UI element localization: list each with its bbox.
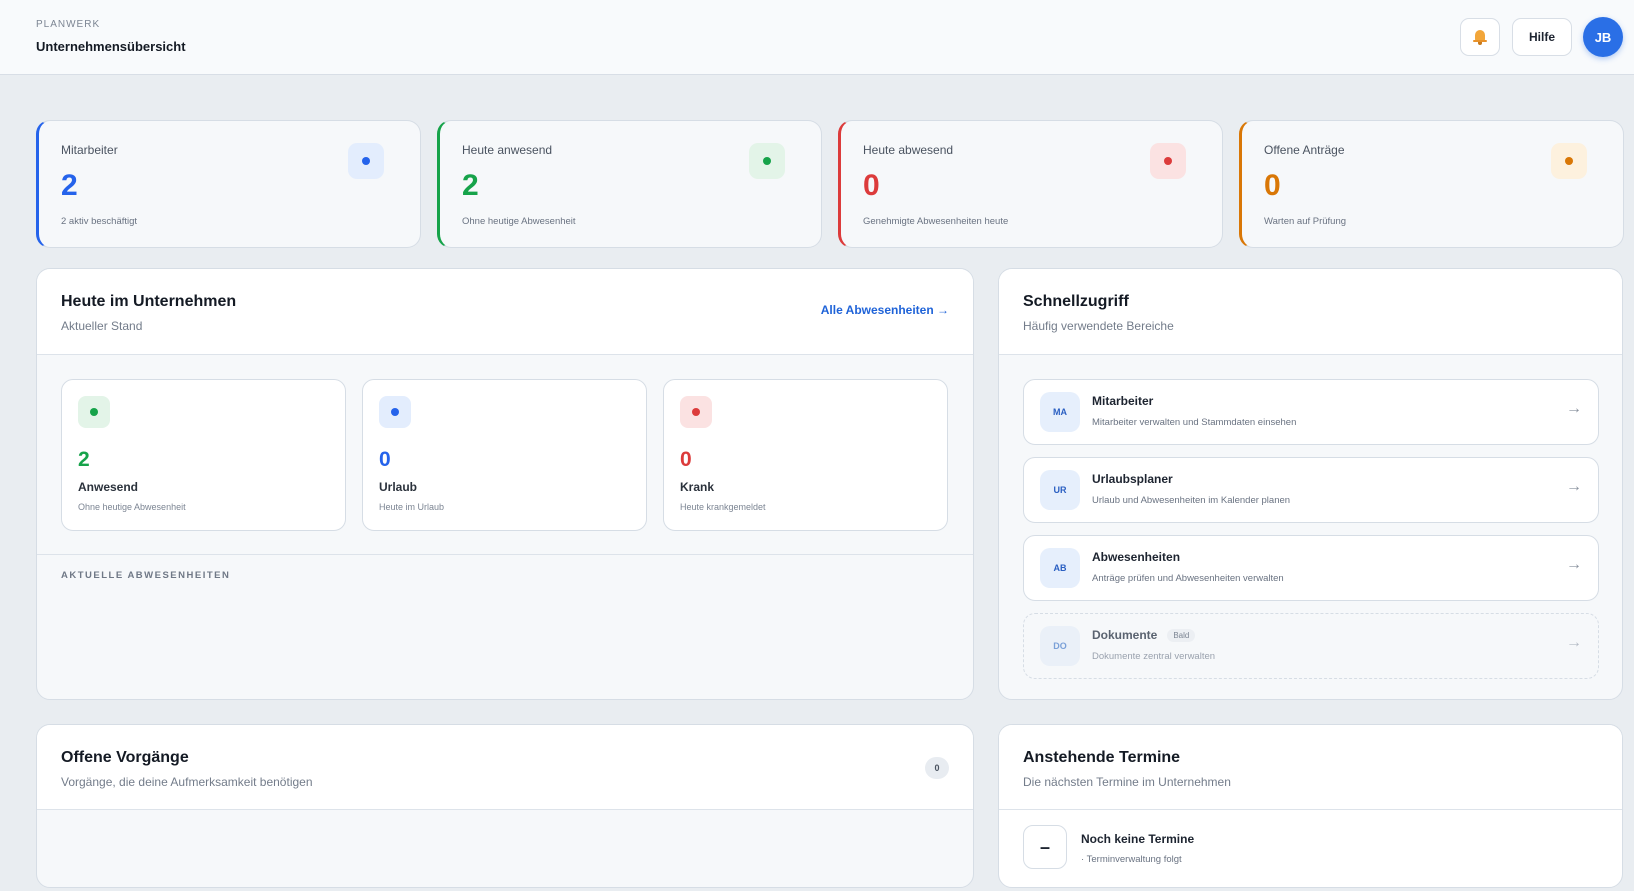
stat-dot-icon <box>348 143 384 179</box>
coming-soon-badge: Bald <box>1167 629 1196 643</box>
status-desc: Ohne heutige Abwesenheit <box>78 502 186 512</box>
quick-link-title-row: Urlaubsplaner <box>1092 472 1173 486</box>
today-title: Heute im Unternehmen <box>61 293 237 310</box>
quick-access-header: Schnellzugriff Häufig verwendete Bereich… <box>999 269 1622 355</box>
stat-card: Offene Anträge 0 Warten auf Prüfung <box>1239 120 1624 248</box>
status-label: Urlaub <box>379 480 418 494</box>
all-absences-link[interactable]: Alle Abwesenheiten → <box>821 303 949 317</box>
top-header: PLANWERK Unternehmensübersicht Hilfe JB <box>0 0 1634 75</box>
quick-link-desc: Dokumente zentral verwalten <box>1092 651 1216 662</box>
bell-icon <box>1473 29 1487 45</box>
status-tile: 0 Urlaub Heute im Urlaub <box>362 379 647 531</box>
status-label: Anwesend <box>78 480 139 494</box>
quick-access-subtitle: Häufig verwendete Bereiche <box>1023 319 1174 333</box>
arrow-right-icon: → <box>1566 634 1582 651</box>
open-items-subtitle: Vorgänge, die deine Aufmerksamkeit benöt… <box>61 775 313 789</box>
stat-dot-icon <box>1551 143 1587 179</box>
quick-link-abbr: DO <box>1040 626 1080 666</box>
stat-dot-icon <box>1150 143 1186 179</box>
arrow-right-icon: → <box>1566 478 1582 495</box>
status-count: 0 <box>379 448 391 471</box>
stat-value: 0 <box>1264 169 1281 202</box>
status-desc: Heute krankgemeldet <box>680 502 766 512</box>
status-count: 2 <box>78 448 90 471</box>
quick-link-abbr: AB <box>1040 548 1080 588</box>
status-dot-icon <box>379 396 411 428</box>
quick-link-abbr: UR <box>1040 470 1080 510</box>
upcoming-events-header: Anstehende Termine Die nächsten Termine … <box>999 725 1622 810</box>
arrow-right-icon: → <box>1566 556 1582 573</box>
status-label: Krank <box>680 480 715 494</box>
arrow-right-icon: → <box>1566 400 1582 417</box>
status-desc: Heute im Urlaub <box>379 502 445 512</box>
notifications-button[interactable] <box>1460 18 1500 56</box>
page-title: Unternehmensübersicht <box>36 39 186 54</box>
help-button[interactable]: Hilfe <box>1512 18 1572 56</box>
current-absences-heading: AKTUELLE ABWESENHEITEN <box>61 570 231 581</box>
stat-subtext: 2 aktiv beschäftigt <box>61 216 138 227</box>
quick-access-title: Schnellzugriff <box>1023 293 1129 310</box>
stat-value: 2 <box>462 169 479 202</box>
empty-calendar-icon: – <box>1023 825 1067 869</box>
quick-link-abbr: MA <box>1040 392 1080 432</box>
section-divider <box>37 554 973 555</box>
upcoming-events-subtitle: Die nächsten Termine im Unternehmen <box>1023 775 1231 789</box>
stat-label: Mitarbeiter <box>61 143 118 157</box>
stat-card: Heute anwesend 2 Ohne heutige Abwesenheit <box>437 120 822 248</box>
quick-link-title: Dokumente <box>1092 628 1158 642</box>
quick-link-desc: Anträge prüfen und Abwesenheiten verwalt… <box>1092 573 1284 584</box>
quick-link-desc: Urlaub und Abwesenheiten im Kalender pla… <box>1092 495 1291 506</box>
stat-card: Heute abwesend 0 Genehmigte Abwesenheiten … <box>838 120 1223 248</box>
stat-subtext: Ohne heutige Abwesenheit <box>462 216 576 227</box>
user-avatar[interactable]: JB <box>1583 17 1623 57</box>
quick-link-do[interactable]: DO Dokumente Bald Dokumente zentral verwalt… <box>1023 613 1599 679</box>
status-dot-icon <box>78 396 110 428</box>
stat-value: 2 <box>61 169 78 202</box>
no-events-title: Noch keine Termine <box>1081 832 1195 846</box>
quick-link-title: Mitarbeiter <box>1092 394 1154 408</box>
stat-subtext: Genehmigte Abwesenheiten heute <box>863 216 1009 227</box>
stat-dot-icon <box>749 143 785 179</box>
quick-link-ma[interactable]: MA Mitarbeiter Mitarbeiter verwalten und S… <box>1023 379 1599 445</box>
today-panel: Heute im Unternehmen Aktueller Stand All… <box>36 268 974 700</box>
status-tile: 2 Anwesend Ohne heutige Abwesenheit <box>61 379 346 531</box>
status-dot-icon <box>680 396 712 428</box>
quick-link-desc: Mitarbeiter verwalten und Stammdaten ein… <box>1092 417 1297 428</box>
status-tile: 0 Krank Heute krankgemeldet <box>663 379 948 531</box>
quick-link-title-row: Dokumente Bald <box>1092 628 1196 643</box>
upcoming-events-title: Anstehende Termine <box>1023 749 1181 766</box>
open-items-header: Offene Vorgänge Vorgänge, die deine Aufm… <box>37 725 973 810</box>
status-count: 0 <box>680 448 692 471</box>
quick-link-ab[interactable]: AB Abwesenheiten Anträge prüfen und Abwese… <box>1023 535 1599 601</box>
stat-subtext: Warten auf Prüfung <box>1264 216 1347 227</box>
stat-card: Mitarbeiter 2 2 aktiv beschäftigt <box>36 120 421 248</box>
open-items-title: Offene Vorgänge <box>61 749 189 766</box>
open-items-count-badge: 0 <box>925 757 949 779</box>
brand-label: PLANWERK <box>36 19 101 30</box>
stat-label: Heute anwesend <box>462 143 553 157</box>
quick-link-title-row: Mitarbeiter <box>1092 394 1153 408</box>
stat-label: Offene Anträge <box>1264 143 1345 157</box>
upcoming-events-panel: Anstehende Termine Die nächsten Termine … <box>998 724 1623 888</box>
stat-label: Heute abwesend <box>863 143 954 157</box>
today-subtitle: Aktueller Stand <box>61 319 143 333</box>
today-panel-header: Heute im Unternehmen Aktueller Stand All… <box>37 269 973 355</box>
quick-link-title-row: Abwesenheiten <box>1092 550 1180 564</box>
quick-access-panel: Schnellzugriff Häufig verwendete Bereich… <box>998 268 1623 700</box>
no-events-desc: · Terminverwaltung folgt <box>1081 854 1182 865</box>
open-items-panel: Offene Vorgänge Vorgänge, die deine Aufm… <box>36 724 974 888</box>
quick-link-title: Abwesenheiten <box>1092 550 1181 564</box>
stat-value: 0 <box>863 169 880 202</box>
quick-link-title: Urlaubsplaner <box>1092 472 1173 486</box>
quick-link-ur[interactable]: UR Urlaubsplaner Urlaub und Abwesenheiten … <box>1023 457 1599 523</box>
